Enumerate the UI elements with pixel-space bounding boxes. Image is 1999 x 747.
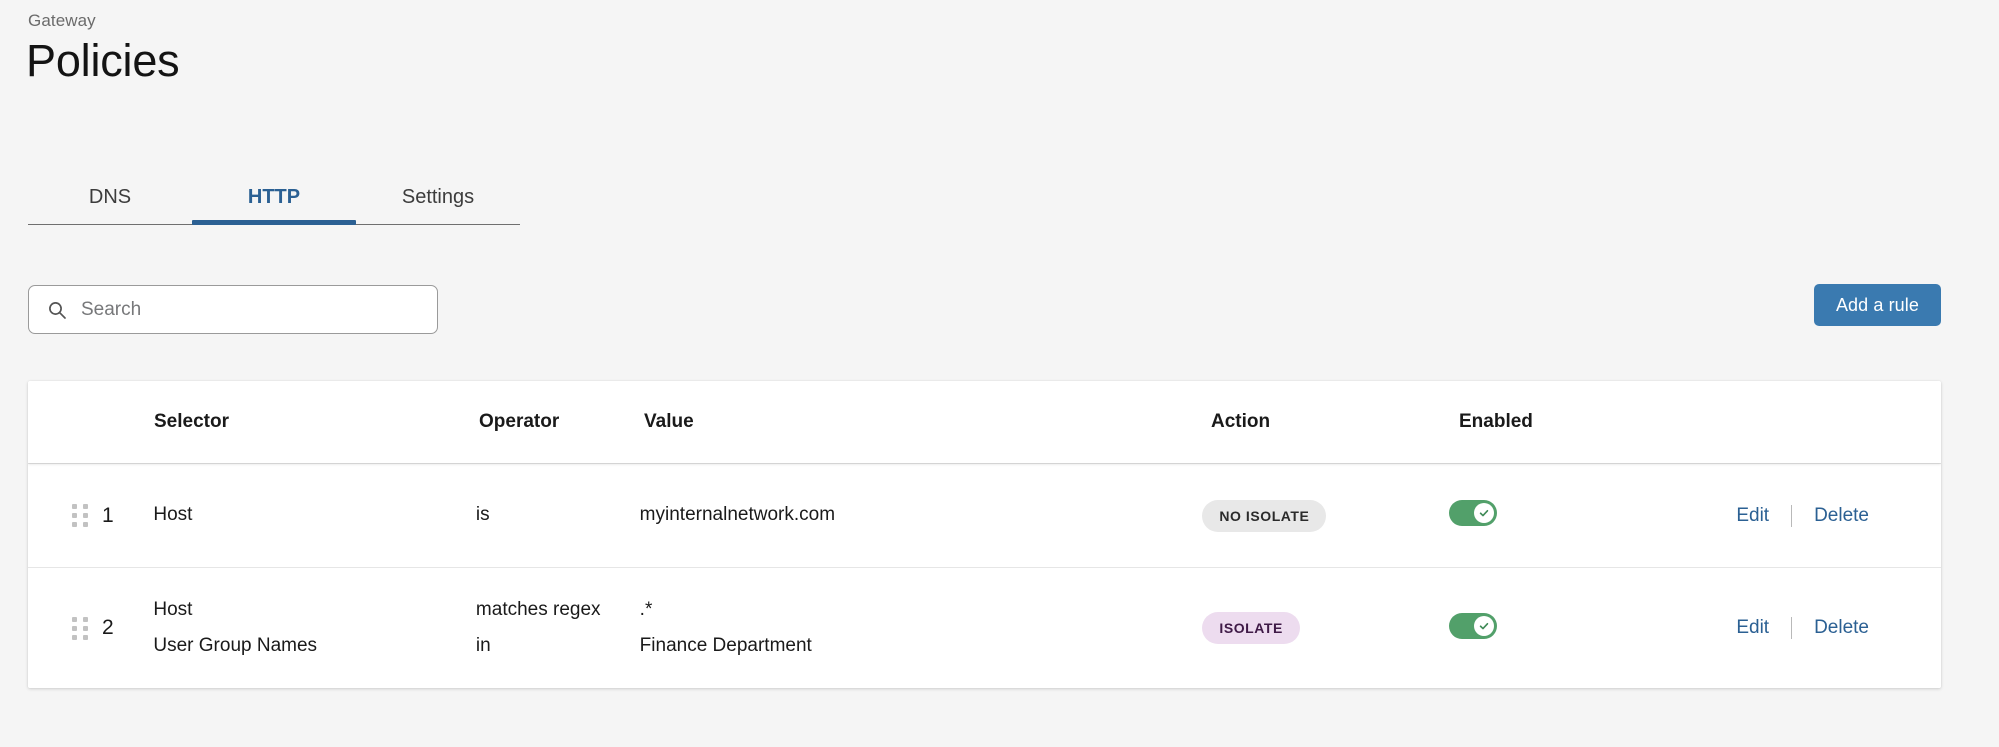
column-header-enabled: Enabled	[1459, 411, 1533, 432]
column-header-action: Action	[1211, 411, 1271, 432]
table-row: 2 Host User Group Names matches regex in…	[28, 567, 1941, 688]
value-value: .*	[639, 598, 653, 620]
toggle-knob	[1473, 615, 1494, 636]
policies-table: Selector Operator Value Action Enabled 1…	[28, 381, 1941, 688]
toggle-knob	[1473, 503, 1494, 523]
row-selector-cell: Host	[153, 497, 476, 533]
row-action-cell: NO ISOLATE	[1202, 499, 1448, 532]
selector-value: Host	[153, 598, 193, 620]
column-header-value: Value	[644, 411, 694, 432]
delete-link[interactable]: Delete	[1814, 617, 1869, 639]
policies-page: Gateway Policies DNS HTTP Settings Add a…	[0, 0, 1999, 747]
table-row: 1 Host is myinternalnetwork.com NO ISOLA…	[28, 463, 1941, 567]
action-divider	[1791, 617, 1793, 639]
edit-link[interactable]: Edit	[1736, 617, 1769, 639]
operator-value: matches regex	[475, 598, 601, 620]
page-title: Policies	[26, 35, 180, 86]
operator-value: is	[475, 504, 490, 526]
selector-value: Host	[153, 504, 193, 526]
drag-handle-icon[interactable]	[72, 616, 88, 640]
table-header-row: Selector Operator Value Action Enabled	[28, 381, 1941, 463]
search-box[interactable]	[28, 285, 438, 334]
row-actions-cell: Edit Delete	[1736, 504, 1941, 527]
selector-value: User Group Names	[153, 635, 318, 656]
enabled-toggle[interactable]	[1448, 612, 1497, 639]
tabs-bar: DNS HTTP Settings	[28, 168, 520, 234]
tab-active-indicator	[192, 220, 356, 225]
row-handle-cell: 1	[28, 504, 153, 528]
tab-http[interactable]: HTTP	[192, 168, 356, 226]
tab-dns[interactable]: DNS	[28, 168, 192, 226]
operator-value: in	[475, 635, 491, 656]
delete-link[interactable]: Delete	[1814, 505, 1869, 527]
edit-link[interactable]: Edit	[1736, 505, 1769, 527]
row-operator-cell: matches regex in	[476, 592, 640, 664]
add-rule-button[interactable]: Add a rule	[1813, 284, 1941, 326]
row-enabled-cell	[1448, 500, 1737, 531]
drag-handle-icon[interactable]	[72, 504, 88, 527]
row-value-cell: myinternalnetwork.com	[640, 497, 1203, 533]
status-badge: NO ISOLATE	[1202, 499, 1327, 532]
search-input[interactable]	[81, 298, 423, 321]
breadcrumb[interactable]: Gateway	[28, 11, 96, 31]
status-badge: ISOLATE	[1202, 612, 1300, 644]
row-value-cell: .* Finance Department	[640, 592, 1203, 664]
value-value: Finance Department	[639, 635, 812, 656]
row-operator-cell: is	[476, 497, 640, 533]
row-index: 2	[102, 616, 114, 639]
row-handle-cell: 2	[28, 616, 153, 640]
row-selector-cell: Host User Group Names	[153, 592, 476, 664]
row-enabled-cell	[1448, 612, 1737, 644]
tab-settings[interactable]: Settings	[356, 168, 520, 226]
action-divider	[1791, 504, 1793, 527]
row-actions-cell: Edit Delete	[1736, 617, 1941, 639]
value-value: myinternalnetwork.com	[639, 504, 836, 526]
row-index: 1	[102, 503, 114, 527]
search-icon	[47, 300, 67, 320]
row-action-cell: ISOLATE	[1202, 612, 1448, 644]
column-header-selector: Selector	[154, 411, 229, 432]
column-header-operator: Operator	[479, 411, 560, 432]
enabled-toggle[interactable]	[1448, 500, 1497, 526]
